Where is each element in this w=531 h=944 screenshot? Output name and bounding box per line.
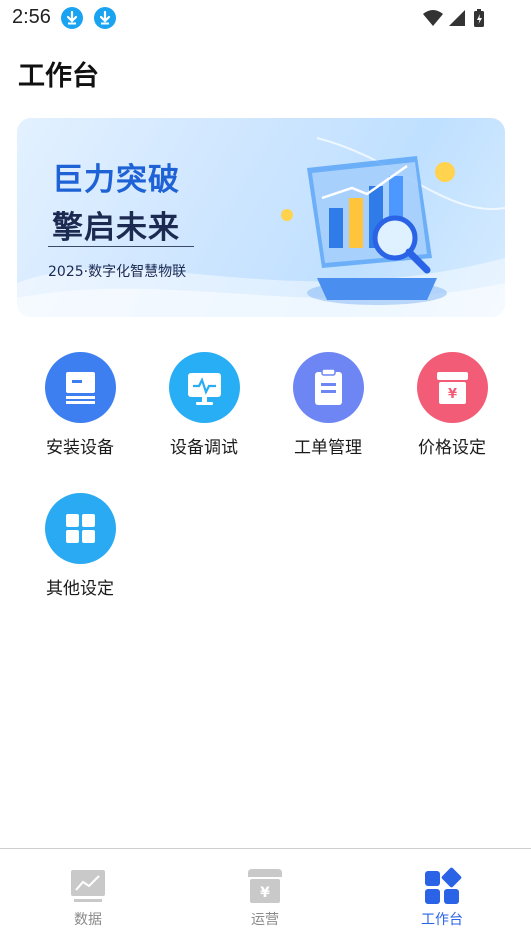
svg-text:¥: ¥ bbox=[260, 885, 270, 901]
device-debug-icon bbox=[168, 352, 240, 423]
status-bar: 2:56 bbox=[0, 0, 531, 38]
bottom-nav: 数据 ¥ 运营 工作台 bbox=[0, 848, 531, 944]
chart-icon bbox=[68, 867, 108, 907]
download-notification-icon bbox=[61, 7, 83, 29]
system-status-icons bbox=[423, 9, 484, 27]
status-time: 2:56 bbox=[12, 6, 51, 28]
svg-text:¥: ¥ bbox=[447, 387, 456, 402]
work-order-icon bbox=[292, 352, 364, 423]
grid-item-label: 设备调试 bbox=[170, 438, 238, 458]
nav-item-data[interactable]: 数据 bbox=[38, 867, 138, 929]
grid-item-label: 价格设定 bbox=[418, 438, 486, 458]
grid-item-label: 安装设备 bbox=[46, 438, 114, 458]
wifi-icon bbox=[423, 10, 443, 26]
nav-item-workbench[interactable]: 工作台 bbox=[392, 867, 492, 929]
price-setting-icon: ¥ bbox=[416, 352, 488, 423]
grid-item-price-setting[interactable]: ¥ 价格设定 bbox=[397, 352, 507, 458]
other-settings-icon bbox=[44, 493, 116, 564]
grid-item-work-order[interactable]: 工单管理 bbox=[273, 352, 383, 458]
install-device-icon bbox=[44, 352, 116, 423]
banner-subheadline: 擎启未来 bbox=[52, 210, 180, 246]
grid-item-other-settings[interactable]: 其他设定 bbox=[25, 493, 135, 599]
grid-item-device-debug[interactable]: 设备调试 bbox=[149, 352, 259, 458]
nav-item-label: 运营 bbox=[251, 912, 279, 928]
signal-icon bbox=[449, 10, 465, 26]
grid-item-install-device[interactable]: 安装设备 bbox=[25, 352, 135, 458]
banner-divider bbox=[48, 246, 194, 247]
nav-item-label: 工作台 bbox=[421, 912, 463, 928]
download-notification-icon bbox=[94, 7, 116, 29]
banner-3d-chart-illustration bbox=[281, 156, 455, 305]
grid-item-label: 工单管理 bbox=[294, 438, 362, 458]
promo-banner[interactable]: 巨力突破 擎启未来 2025·数字化智慧物联 bbox=[17, 118, 505, 317]
banner-tagline: 2025·数字化智慧物联 bbox=[48, 264, 187, 280]
page-title: 工作台 bbox=[18, 61, 99, 92]
grid-item-label: 其他设定 bbox=[46, 579, 114, 599]
store-icon: ¥ bbox=[245, 867, 285, 907]
banner-headline: 巨力突破 bbox=[52, 162, 180, 198]
nav-item-label: 数据 bbox=[74, 912, 102, 928]
workbench-icon bbox=[422, 867, 462, 907]
nav-item-operations[interactable]: ¥ 运营 bbox=[215, 867, 315, 929]
